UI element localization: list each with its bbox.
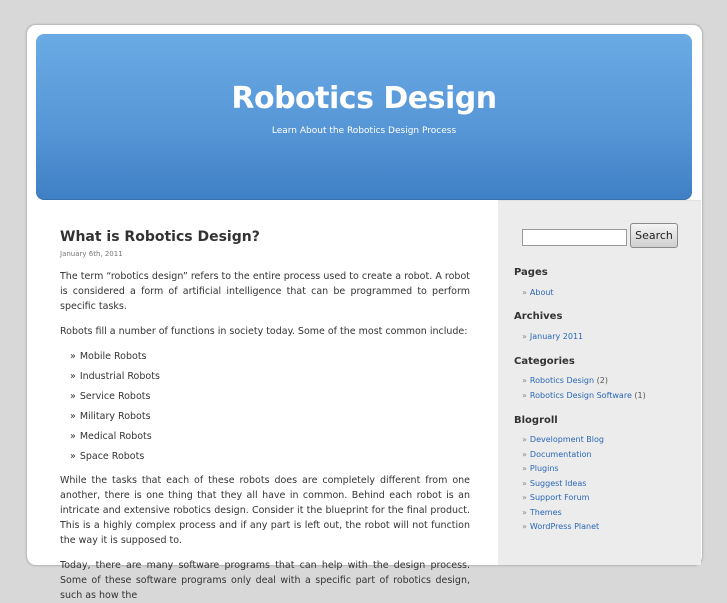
archives-list: » January 2011 [522, 330, 583, 345]
archive-link[interactable]: January 2011 [530, 332, 583, 341]
list-item: » Medical Robots [70, 427, 470, 447]
post-content: What is Robotics Design? January 6th, 20… [60, 228, 470, 603]
search-button[interactable]: Search [630, 223, 678, 248]
list-item-label: Space Robots [79, 451, 145, 462]
bullet-icon: » [522, 449, 527, 459]
list-item: » Military Robots [70, 407, 470, 427]
bullet-icon: » [522, 288, 527, 297]
list-item: » Industrial Robots [70, 367, 470, 387]
list-item[interactable]: » Robotics Design (2) [522, 374, 646, 389]
bullet-icon: » [522, 522, 527, 531]
list-item: » Mobile Robots [70, 347, 470, 367]
list-item[interactable]: » Documentation [522, 448, 604, 463]
sidebar: Search Pages » About Archives » January 20… [498, 200, 701, 565]
category-count: (2) [596, 376, 608, 385]
categories-list: » Robotics Design (2) » Robotics Design So… [522, 374, 646, 403]
list-item[interactable]: » Themes [522, 506, 604, 521]
bullet-icon: » [70, 411, 76, 422]
bullet-icon: » [70, 451, 76, 462]
list-item[interactable]: » Plugins [522, 462, 604, 477]
list-item[interactable]: » Development Blog [522, 433, 604, 448]
bullet-icon: » [522, 507, 527, 517]
archives-heading: Archives [514, 311, 563, 322]
page-link-about[interactable]: About [530, 288, 554, 297]
blogroll-link[interactable]: Development Blog [530, 435, 604, 444]
bullet-icon: » [522, 464, 527, 473]
list-item-label: Service Robots [79, 391, 151, 402]
bullet-icon: » [522, 390, 527, 400]
bullet-icon: » [70, 431, 76, 442]
bullet-icon: » [522, 435, 527, 444]
list-item-label: Military Robots [79, 411, 151, 422]
site-header: Robotics Design Learn About the Robotics… [36, 34, 692, 200]
site-title[interactable]: Robotics Design [36, 81, 692, 116]
blogroll-list: » Development Blog » Documentation » Plugin… [522, 433, 604, 535]
list-item-label: Industrial Robots [79, 371, 160, 382]
robot-types-list: » Mobile Robots » Industrial Robots » Servi… [60, 347, 470, 467]
category-link[interactable]: Robotics Design Software [530, 391, 632, 400]
page-container: Robotics Design Learn About the Robotics… [26, 24, 703, 601]
categories-heading: Categories [514, 356, 575, 367]
post-paragraph-4: Today, there are many software programs … [60, 560, 470, 601]
blogroll-link[interactable]: Suggest Ideas [530, 479, 587, 488]
bullet-icon: » [70, 351, 76, 362]
post-date: January 6th, 2011 [60, 250, 123, 258]
pages-heading: Pages [514, 267, 548, 278]
blogroll-link[interactable]: Themes [530, 508, 562, 517]
bullet-icon: » [522, 332, 527, 341]
post-paragraph-2: Robots fill a number of functions in soc… [60, 326, 468, 337]
blogroll-link[interactable]: Documentation [530, 450, 592, 459]
bullet-icon: » [70, 391, 76, 402]
list-item[interactable]: » WordPress Planet [522, 520, 604, 535]
bullet-icon: » [522, 478, 527, 488]
list-item: » Space Robots [70, 447, 470, 467]
bullet-icon: » [522, 493, 527, 502]
list-item-label: Medical Robots [79, 431, 152, 442]
blogroll-heading: Blogroll [514, 415, 558, 426]
post-paragraph-1: The term “robotics design” refers to the… [60, 271, 470, 312]
list-item[interactable]: » January 2011 [522, 330, 583, 345]
category-link[interactable]: Robotics Design [530, 376, 594, 385]
list-item[interactable]: » Robotics Design Software (1) [522, 389, 646, 404]
category-count: (1) [634, 390, 646, 400]
post-paragraph-3: While the tasks that each of these robot… [60, 475, 470, 546]
blogroll-link[interactable]: Plugins [530, 464, 559, 473]
list-item: » Service Robots [70, 387, 470, 407]
list-item[interactable]: » Suggest Ideas [522, 477, 604, 492]
site-tagline: Learn About the Robotics Design Process [271, 126, 457, 136]
bullet-icon: » [70, 371, 76, 382]
list-item[interactable]: » About [522, 286, 554, 301]
blogroll-link[interactable]: WordPress Planet [530, 522, 599, 531]
list-item-label: Mobile Robots [79, 351, 147, 362]
blogroll-link[interactable]: Support Forum [530, 493, 590, 502]
pages-list: » About [522, 286, 554, 301]
list-item[interactable]: » Support Forum [522, 491, 604, 506]
post-title[interactable]: What is Robotics Design? [60, 228, 470, 246]
bullet-icon: » [522, 376, 527, 385]
search-input[interactable] [522, 229, 627, 246]
